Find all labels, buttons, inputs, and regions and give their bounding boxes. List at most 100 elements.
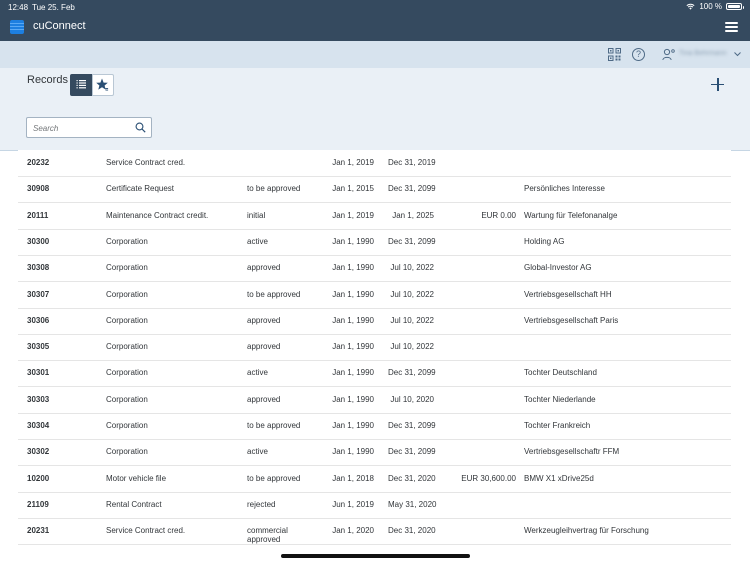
- record-end-date: Jul 10, 2022: [390, 263, 434, 273]
- record-type: Corporation: [106, 394, 148, 404]
- table-row[interactable]: 30302 Corporation active Jan 1, 1990 Dec 31,…: [18, 439, 731, 467]
- list-view-button[interactable]: [70, 74, 92, 96]
- user-settings-icon[interactable]: [662, 48, 676, 61]
- record-id: 20111: [27, 210, 49, 220]
- record-type: Service Contract cred.: [106, 526, 186, 536]
- record-start-date: Jan 1, 1990: [332, 289, 374, 299]
- record-end-date: Jul 10, 2022: [390, 315, 434, 325]
- table-row[interactable]: 30306 Corporation approved Jan 1, 1990 Jul 1…: [18, 308, 731, 335]
- record-status: approved: [247, 394, 281, 404]
- record-description: Tochter Deutschland: [524, 368, 597, 378]
- record-end-date: Dec 31, 2019: [388, 158, 436, 167]
- search-icon[interactable]: [135, 122, 146, 133]
- record-type: Corporation: [106, 342, 148, 352]
- table-row[interactable]: 20231 Service Contract cred. commercial ap…: [18, 518, 731, 546]
- records-header: Records: [0, 68, 750, 151]
- record-start-date: Jan 1, 1990: [332, 263, 374, 273]
- record-description: Vertriebsgesellschaftr FFM: [524, 447, 620, 457]
- records-table: 20232 Service Contract cred. Jan 1, 2019 De…: [18, 150, 731, 550]
- record-start-date: Jan 1, 2015: [332, 184, 374, 194]
- table-row[interactable]: 30308 Corporation approved Jan 1, 1990 Jul 1…: [18, 255, 731, 283]
- record-status: active: [247, 368, 268, 378]
- home-indicator[interactable]: [281, 554, 470, 558]
- record-start-date: Jan 1, 1990: [332, 368, 374, 378]
- record-description: Tochter Frankreich: [524, 421, 591, 430]
- list-view-icon: [76, 80, 86, 89]
- record-type: Service Contract cred.: [106, 158, 186, 167]
- page-title: Records: [27, 74, 68, 86]
- record-start-date: Jan 1, 2019: [332, 158, 374, 167]
- record-id: 30304: [27, 421, 50, 430]
- app-header: 12:48 Tue 25. Feb 100 % cuConnect: [0, 0, 750, 41]
- record-end-date: Jul 10, 2020: [390, 394, 434, 404]
- plus-icon[interactable]: [711, 78, 724, 91]
- record-status: active: [247, 447, 268, 457]
- record-type: Rental Contract: [106, 499, 162, 509]
- record-id: 30301: [27, 368, 50, 378]
- record-type: Corporation: [106, 263, 148, 273]
- table-row[interactable]: 30305 Corporation approved Jan 1, 1990 Jul 1…: [18, 334, 731, 362]
- record-start-date: Jan 1, 1990: [332, 236, 374, 246]
- chevron-down-icon[interactable]: [734, 51, 741, 57]
- record-end-date: Dec 31, 2099: [388, 368, 436, 378]
- record-id: 30308: [27, 263, 50, 273]
- record-status: approved: [247, 263, 281, 273]
- record-id: 30908: [27, 184, 50, 194]
- table-row[interactable]: 30301 Corporation active Jan 1, 1990 Dec 31,…: [18, 360, 731, 388]
- record-type: Corporation: [106, 368, 148, 378]
- record-description: Vertriebsgesellschaft HH: [524, 289, 612, 299]
- record-amount: EUR 0.00: [481, 210, 516, 220]
- table-row[interactable]: 30300 Corporation active Jan 1, 1990 Dec 31,…: [18, 229, 731, 256]
- table-row[interactable]: 20111 Maintenance Contract credit. initial…: [18, 203, 731, 230]
- record-status: active: [247, 236, 268, 246]
- table-row[interactable]: 30307 Corporation to be approved Jan 1, 199…: [18, 282, 731, 309]
- record-type: Maintenance Contract credit.: [106, 210, 209, 220]
- table-row[interactable]: 30908 Certificate Request to be approved Ja…: [18, 176, 731, 204]
- record-type: Corporation: [106, 315, 148, 325]
- device-status-bar: 12:48 Tue 25. Feb 100 %: [0, 0, 750, 14]
- record-type: Corporation: [106, 421, 148, 430]
- record-amount: EUR 30,600.00: [461, 473, 516, 483]
- record-start-date: Jan 1, 2019: [332, 210, 374, 220]
- search-input[interactable]: [33, 121, 129, 135]
- record-start-date: Jun 1, 2019: [332, 499, 374, 509]
- battery-icon: [726, 3, 744, 10]
- record-id: 20231: [27, 526, 50, 536]
- record-end-date: Dec 31, 2099: [388, 184, 436, 194]
- user-name[interactable]: Tina Behrmann: [679, 50, 727, 57]
- record-description: Persönliches Interesse: [524, 184, 605, 194]
- hamburger-menu-icon[interactable]: [725, 22, 738, 32]
- status-date: Tue 25. Feb: [32, 3, 75, 12]
- record-end-date: Jul 10, 2022: [390, 342, 434, 352]
- table-row[interactable]: 30304 Corporation to be approved Jan 1, 199…: [18, 413, 731, 440]
- help-icon[interactable]: ?: [632, 48, 645, 61]
- record-description: Werkzeugleihvertrag für Forschung: [524, 526, 649, 536]
- record-type: Corporation: [106, 236, 148, 246]
- record-id: 30305: [27, 342, 50, 352]
- record-end-date: May 31, 2020: [388, 499, 437, 509]
- record-description: Vertriebsgesellschaft Paris: [524, 315, 619, 325]
- table-row[interactable]: 30303 Corporation approved Jan 1, 1990 Jul 1…: [18, 387, 731, 414]
- record-description: Holding AG: [524, 236, 565, 246]
- record-description: Wartung für Telefonanalge: [524, 210, 618, 220]
- record-description: Global-Investor AG: [524, 263, 592, 273]
- record-start-date: Jan 1, 1990: [332, 394, 374, 404]
- record-start-date: Jan 1, 1990: [332, 315, 374, 325]
- status-time: 12:48: [8, 3, 29, 12]
- record-status: approved: [247, 342, 281, 352]
- record-id: 21109: [27, 499, 49, 509]
- table-row[interactable]: 20232 Service Contract cred. Jan 1, 2019 De…: [18, 150, 731, 177]
- record-id: 30300: [27, 236, 50, 246]
- search-field[interactable]: [26, 117, 152, 138]
- table-row[interactable]: 21109 Rental Contract rejected Jun 1, 2019 M…: [18, 492, 731, 519]
- record-status: to be approved: [247, 421, 301, 430]
- record-end-date: Dec 31, 2020: [388, 526, 436, 536]
- battery-percent: 100 %: [699, 2, 722, 11]
- table-row[interactable]: 10200 Motor vehicle file to be approved Jan…: [18, 466, 731, 493]
- record-start-date: Jan 1, 1990: [332, 447, 374, 457]
- favorites-view-button[interactable]: [92, 74, 114, 96]
- record-id: 10200: [27, 473, 50, 483]
- record-status: to be approved: [247, 289, 301, 299]
- qr-code-icon[interactable]: [608, 48, 621, 61]
- record-status: initial: [247, 210, 266, 220]
